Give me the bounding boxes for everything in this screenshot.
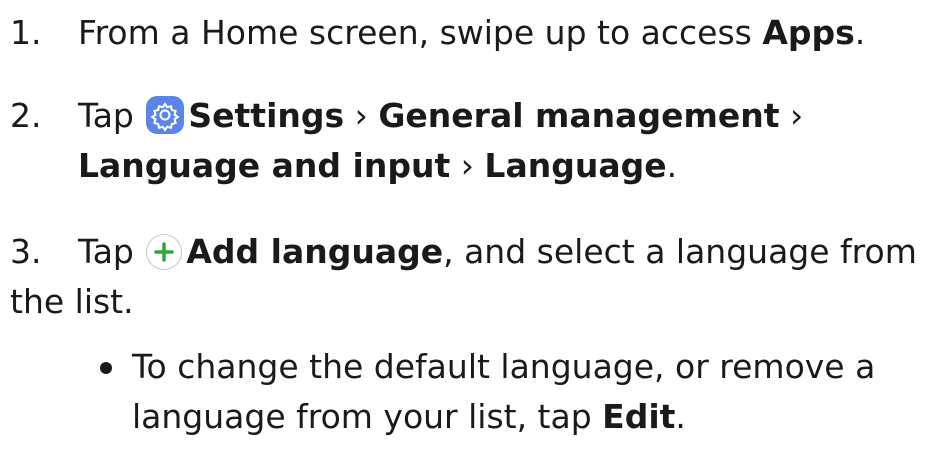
add-language-label: Add language [186, 232, 444, 271]
separator: › [779, 96, 804, 135]
step-3-line-2: the list. [10, 282, 134, 321]
step-number: 3. [10, 232, 42, 271]
edit-label: Edit [602, 397, 676, 436]
step-number: 1. [10, 13, 42, 52]
bullet-line-1: To change the default language, or remov… [132, 347, 876, 386]
bullet-dot [100, 362, 112, 374]
separator: › [344, 96, 379, 135]
bullet-line-2: language from your list, tap Edit. [100, 392, 686, 442]
language-label: Language [484, 146, 667, 185]
step-2: 2. Tap Settings › General management › La… [10, 91, 803, 191]
tap-text: Tap [78, 96, 134, 135]
bullet-text-span: language from your list, tap [132, 397, 603, 436]
step-punct: . [854, 13, 866, 52]
general-management-label: General management [378, 96, 780, 135]
step-2-line-2: Language and input › Language. [10, 141, 677, 191]
settings-label: Settings [188, 96, 345, 135]
bullet-punct: . [675, 397, 686, 436]
separator: › [450, 146, 485, 185]
tap-text: Tap [78, 232, 134, 271]
step-punct: . [666, 146, 678, 185]
step-number: 2. [10, 96, 42, 135]
settings-gear-icon [146, 96, 185, 134]
step-3: 3. Tap Add language, and select a languag… [10, 227, 917, 327]
step-text: , and select a language from [443, 232, 917, 271]
bullet-item: To change the default language, or remov… [100, 342, 875, 442]
apps-label: Apps [762, 13, 855, 52]
step-text: From a Home screen, swipe up to access [78, 13, 763, 52]
language-and-input-label: Language and input [78, 146, 451, 185]
add-plus-icon [146, 234, 183, 270]
step-1: 1. From a Home screen, swipe up to access… [10, 8, 865, 58]
